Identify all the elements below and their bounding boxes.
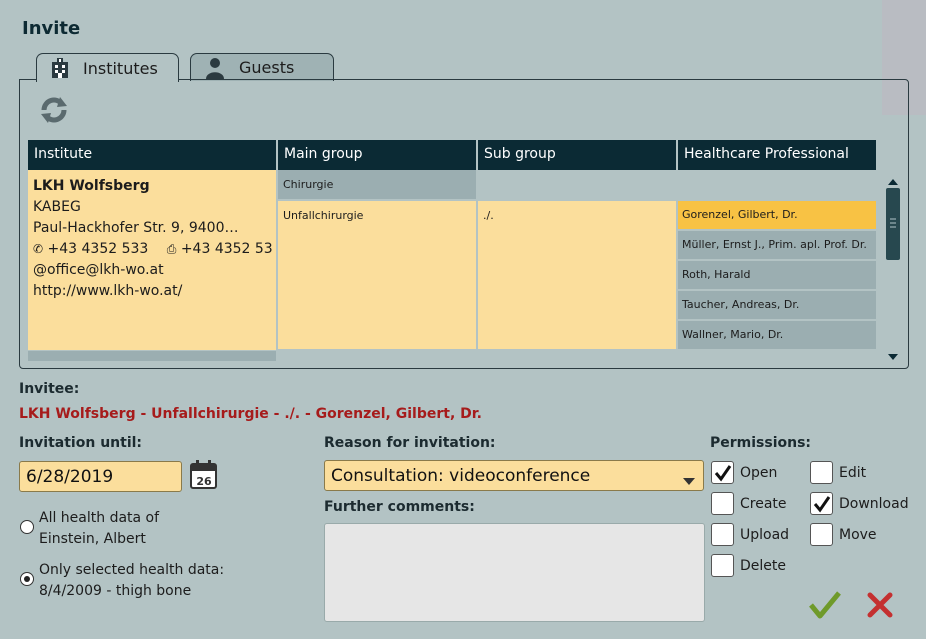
upload-checkbox[interactable] <box>711 523 734 546</box>
dialog-title: Invite <box>22 18 81 39</box>
professional-row-selected[interactable]: Gorenzel, Gilbert, Dr. <box>678 201 876 229</box>
professional-row[interactable]: Wallner, Mario, Dr. <box>678 321 876 349</box>
tab-guests[interactable]: Guests <box>190 53 334 81</box>
edit-checkbox[interactable] <box>810 461 833 484</box>
phone-icon: ✆ <box>33 242 44 256</box>
tab-institutes-label: Institutes <box>83 58 158 78</box>
download-label: Download <box>839 496 909 512</box>
institute-card[interactable]: LKH Wolfsberg KABEG Paul-Hackhofer Str. … <box>28 170 276 350</box>
create-checkbox[interactable] <box>711 492 734 515</box>
tab-guests-label: Guests <box>239 58 295 77</box>
scroll-down-arrow-icon[interactable] <box>887 347 899 360</box>
institute-name: LKH Wolfsberg <box>33 178 150 194</box>
invitation-date-input[interactable]: 6/28/2019 <box>19 461 182 492</box>
invitee-label: Invitee: <box>19 381 80 397</box>
institute-email: office@lkh-wo.at <box>47 262 164 278</box>
delete-checkbox[interactable] <box>711 554 734 577</box>
delete-label: Delete <box>740 558 786 574</box>
person-icon <box>203 55 229 81</box>
main-group-row[interactable]: Chirurgie <box>278 170 476 199</box>
invitee-value: LKH Wolfsberg - Unfallchirurgie - ./. - … <box>19 406 482 422</box>
selected-health-data-label: Only selected health data: 8/4/2009 - th… <box>39 562 225 599</box>
move-label: Move <box>839 527 877 543</box>
svg-text:26: 26 <box>196 475 212 488</box>
reason-select-value: Consultation: videoconference <box>331 466 591 486</box>
next-institute-row-partial <box>28 351 276 361</box>
radio-selected-dot <box>24 576 30 582</box>
chevron-down-icon <box>683 471 695 491</box>
calendar-icon[interactable]: 26 <box>189 459 219 490</box>
tab-institutes[interactable]: Institutes <box>36 53 179 82</box>
all-health-data-radio[interactable] <box>20 520 34 534</box>
email-icon: @ <box>33 262 47 278</box>
professional-row[interactable]: Müller, Ernst J., Prim. apl. Prof. Dr. <box>678 231 876 259</box>
main-group-row-selected[interactable]: Unfallchirurgie <box>278 201 476 349</box>
invitation-until-label: Invitation until: <box>19 435 143 451</box>
institute-street: Paul-Hackhofer Str. 9, 9400… <box>33 220 239 236</box>
all-health-data-label: All health data of Einstein, Albert <box>39 510 160 547</box>
comments-label: Further comments: <box>324 499 475 515</box>
download-checkbox[interactable] <box>810 492 833 515</box>
refresh-icon[interactable] <box>38 94 70 126</box>
sub-group-row-selected[interactable]: ./. <box>478 201 676 349</box>
move-checkbox[interactable] <box>810 523 833 546</box>
fax-icon: ⎙ <box>166 242 177 256</box>
edit-label: Edit <box>839 465 867 481</box>
selected-health-data-radio[interactable] <box>20 572 34 586</box>
open-label: Open <box>740 465 778 481</box>
reason-select[interactable]: Consultation: videoconference <box>324 460 704 491</box>
checkmark-icon <box>813 495 830 512</box>
professional-row[interactable]: Taucher, Andreas, Dr. <box>678 291 876 319</box>
institute-fax: +43 4352 53 <box>180 241 273 257</box>
institute-phone: +43 4352 533 <box>47 241 149 257</box>
create-label: Create <box>740 496 787 512</box>
building-icon <box>47 55 73 81</box>
scroll-up-arrow-icon[interactable] <box>887 172 899 185</box>
confirm-check-icon[interactable] <box>808 590 842 620</box>
column-header-institute[interactable]: Institute <box>28 140 276 170</box>
column-header-main-group[interactable]: Main group <box>278 140 476 170</box>
permissions-label: Permissions: <box>710 435 812 451</box>
checkmark-icon <box>714 464 731 481</box>
column-header-healthcare-professional[interactable]: Healthcare Professional <box>678 140 876 170</box>
cancel-x-icon[interactable] <box>866 591 894 619</box>
open-checkbox[interactable] <box>711 461 734 484</box>
institute-org: KABEG <box>33 199 81 215</box>
institute-web: http://www.lkh-wo.at/ <box>33 283 183 299</box>
professional-row[interactable]: Roth, Harald <box>678 261 876 289</box>
upload-label: Upload <box>740 527 790 543</box>
reason-label: Reason for invitation: <box>324 435 496 451</box>
column-header-sub-group[interactable]: Sub group <box>478 140 676 170</box>
scrollbar-thumb[interactable] <box>886 188 900 260</box>
comments-textarea[interactable] <box>324 523 705 622</box>
